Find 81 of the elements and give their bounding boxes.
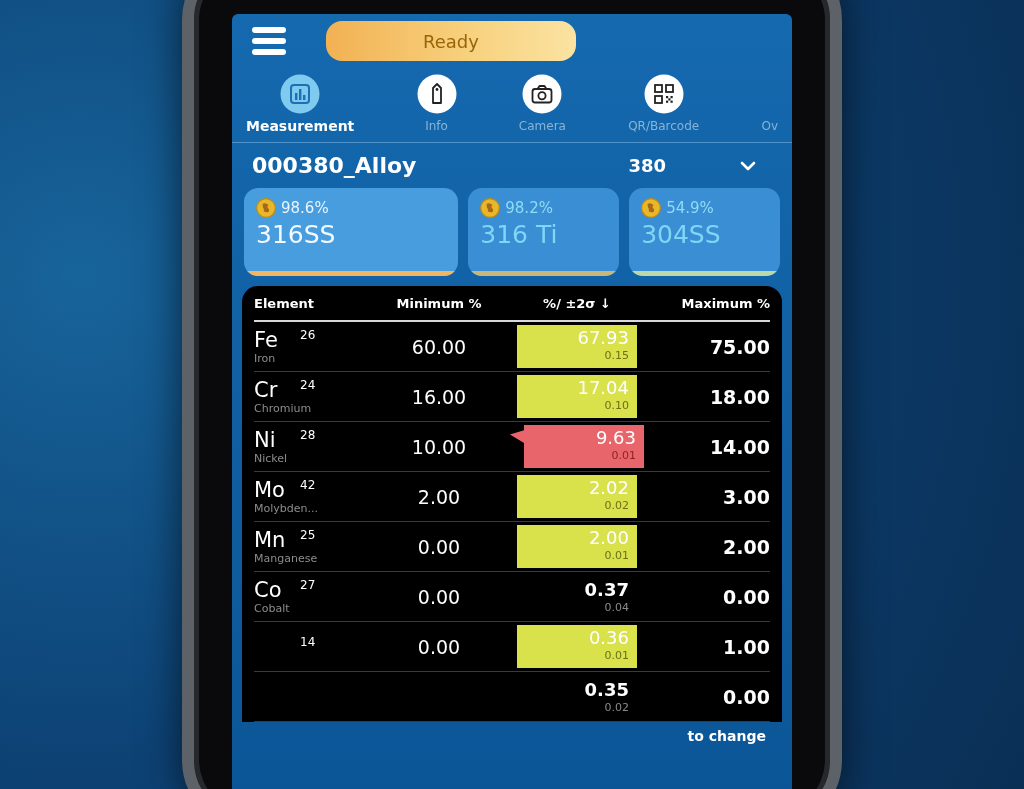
atomic-number: 42: [300, 477, 316, 492]
atomic-number: 26: [300, 327, 316, 342]
measurement-number: 380: [628, 155, 666, 176]
status-indicator: Ready: [326, 21, 576, 61]
alloy-grade: 316 Ti: [480, 220, 559, 249]
tab[interactable]: Measurement: [246, 74, 355, 134]
minimum-value: 10.00: [411, 435, 467, 458]
alloy-grade: 316SS: [256, 220, 337, 249]
sigma-value: 0.10: [604, 399, 629, 413]
atomic-number: 25: [300, 527, 316, 542]
tag-icon: [416, 74, 457, 114]
element-name: Cobalt: [254, 601, 291, 616]
minimum-value: 0.00: [417, 535, 461, 558]
minimum-value: 0.00: [417, 635, 461, 658]
camera-icon: [522, 74, 563, 114]
measured-value: 0.36: [588, 627, 629, 649]
menu-icon[interactable]: [252, 27, 286, 55]
tab[interactable]: QR/Barcode: [628, 74, 700, 134]
minimum-value: 60.00: [411, 335, 467, 358]
match-card[interactable]: 98.2% 316 Ti: [468, 188, 620, 276]
qr-code-icon: [643, 74, 684, 114]
maximum-value: 75.00: [709, 335, 770, 358]
tab[interactable]: Camera: [518, 74, 566, 134]
maximum-value: 14.00: [709, 435, 770, 458]
match-percent: 98.6%: [281, 199, 329, 217]
element-name: Manganese: [254, 551, 319, 566]
element-symbol: Ni: [254, 427, 276, 452]
maximum-value: 18.00: [709, 385, 770, 408]
element-name: Nickel: [254, 451, 289, 466]
maximum-value: 2.00: [723, 535, 770, 558]
measured-value: 0.37: [584, 578, 629, 601]
column-header[interactable]: Maximum %: [681, 295, 770, 311]
element-symbol: Mn: [254, 527, 286, 552]
maximum-value: 3.00: [723, 485, 770, 508]
sigma-value: 0.01: [604, 649, 629, 663]
match-percent: 54.9%: [666, 199, 714, 217]
measurement-name: 000380_Alloy: [252, 153, 417, 178]
minimum-value: 16.00: [411, 385, 467, 408]
match-percent: 98.2%: [505, 199, 553, 217]
element-symbol: Co: [254, 577, 282, 602]
maximum-value: 0.00: [723, 585, 770, 608]
tab[interactable]: Ov: [761, 118, 778, 134]
sigma-value: 0.01: [604, 549, 629, 563]
measured-value: 9.63: [595, 427, 636, 449]
measured-value: 67.93: [577, 327, 629, 349]
measured-value: 0.35: [584, 678, 629, 701]
column-header[interactable]: Minimum %: [396, 295, 482, 311]
match-card[interactable]: 98.6% 316SS: [244, 188, 459, 276]
coin-icon: [641, 198, 662, 218]
measured-value: 2.00: [588, 527, 629, 549]
element-name: Chromium: [254, 401, 313, 416]
sigma-value: 0.02: [604, 499, 629, 513]
maximum-value: 0.00: [723, 685, 770, 708]
bar-chart-icon: [280, 74, 321, 114]
coin-icon: [480, 198, 501, 218]
atomic-number: 24: [300, 377, 316, 392]
sigma-value: 0.02: [604, 700, 629, 715]
coin-icon: [256, 198, 276, 218]
sigma-value: 0.04: [604, 600, 629, 615]
element-symbol: Fe: [254, 327, 278, 352]
sigma-value: 0.15: [604, 349, 629, 363]
minimum-value: 0.00: [417, 585, 461, 608]
chevron-down-icon[interactable]: [740, 160, 756, 171]
minimum-value: 2.00: [417, 485, 461, 508]
atomic-number: 14: [300, 634, 316, 649]
element-name: Iron: [254, 351, 277, 366]
column-header[interactable]: %/ ±2σ ↓: [543, 295, 611, 311]
element-symbol: Cr: [254, 377, 278, 402]
measured-value: 17.04: [577, 377, 629, 399]
hint-text: to change: [687, 728, 766, 744]
element-name: Molybden...: [254, 501, 319, 516]
measured-value: 2.02: [588, 477, 629, 499]
maximum-value: 1.00: [723, 635, 770, 658]
match-card[interactable]: 54.9% 304SS: [629, 188, 780, 276]
atomic-number: 27: [300, 577, 316, 592]
element-symbol: Mo: [254, 477, 285, 502]
atomic-number: 28: [300, 427, 316, 442]
column-header[interactable]: Element: [254, 295, 384, 311]
alloy-grade: 304SS: [641, 220, 722, 249]
sigma-value: 0.01: [611, 449, 636, 463]
tab[interactable]: Info: [416, 74, 457, 134]
